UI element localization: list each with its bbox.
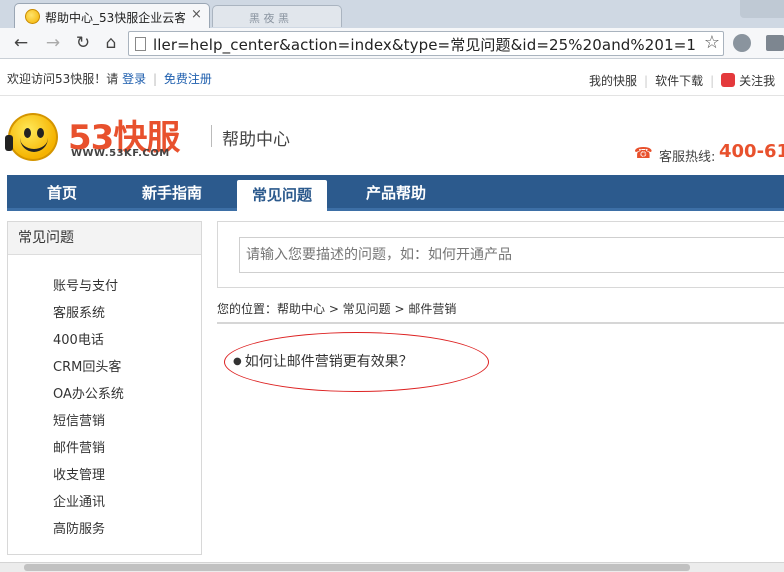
nav-item-home[interactable]: 首页 [25,175,99,211]
help-search-input[interactable] [239,237,784,273]
tab-title: 帮助中心_53快服企业云客 [45,11,185,25]
bullet-icon: ● [233,356,242,367]
logo-url: WWW.53KF.COM [71,148,170,159]
search-panel [217,221,784,288]
download-link[interactable]: 软件下载 [655,74,703,88]
browser-tab-active[interactable]: 帮助中心_53快服企业云客 × [14,3,210,29]
register-link[interactable]: 免费注册 [164,72,212,86]
browser-toolbar: ← → ↻ ⌂ ller=help_center&action=index&ty… [0,28,784,59]
sidebar-item-account-payment[interactable]: 账号与支付 [53,275,118,294]
my-account-link[interactable]: 我的快服 [589,74,637,88]
section-title: 帮助中心 [222,130,290,150]
topbar-separator: | [152,72,157,86]
extension-icon[interactable] [766,35,784,51]
main-content: 您的位置：帮助中心 > 常见问题 > 邮件营销 ●如何让邮件营销更有效果？ [217,221,784,561]
url-text: ller=help_center&action=index&type=常见问题&… [153,36,697,54]
breadcrumb-divider [217,322,784,324]
follow-link[interactable]: 关注我 [739,74,775,88]
welcome-text: 欢迎访问53快服！请 [7,72,119,86]
close-tab-icon[interactable]: × [191,7,202,22]
window-controls[interactable] [740,0,784,18]
sidebar-item-crm[interactable]: CRM回头客 [53,356,121,375]
sidebar-item-oa[interactable]: OA办公系统 [53,383,124,402]
phone-icon: ☎ [634,144,653,162]
hotline-label: 客服热线: [659,150,716,165]
nav-item-guide[interactable]: 新手指南 [125,175,219,211]
site-header: 53快服 WWW.53KF.COM 帮助中心 ☎ 客服热线: 400-611 [0,97,784,175]
article-link[interactable]: 如何让邮件营销更有效果？ [245,354,413,370]
scrollbar-thumb[interactable] [24,564,690,571]
sidebar-item-enterprise-comm[interactable]: 企业通讯 [53,491,105,510]
top-links: 我的快服 | 软件下载 | 关注我 [589,73,776,88]
smiley-favicon-icon [25,9,40,24]
bookmark-star-icon[interactable]: ☆ [704,32,720,53]
weibo-icon [721,73,736,87]
logo-divider [211,125,212,147]
breadcrumb: 您的位置：帮助中心 > 常见问题 > 邮件营销 [217,302,457,316]
sidebar-item-finance[interactable]: 收支管理 [53,464,105,483]
smiley-logo-icon[interactable] [5,113,58,161]
nav-item-faq[interactable]: 常见问题 [237,180,327,211]
tab-title-inactive: 黑 夜 黑 [249,12,289,25]
reload-icon[interactable]: ↻ [72,32,94,54]
site-topbar: 欢迎访问53快服！请 登录 | 免费注册 我的快服 | 软件下载 | 关注我 [0,60,784,96]
list-item[interactable]: ● 如何让邮件营销更有效果？ [233,351,413,371]
home-icon[interactable]: ⌂ [100,32,122,54]
sidebar-item-service-system[interactable]: 客服系统 [53,302,105,321]
back-arrow-icon[interactable]: ← [10,32,32,54]
browser-tab-inactive[interactable]: 黑 夜 黑 [212,5,342,27]
sidebar-item-ddos-protection[interactable]: 高防服务 [53,518,105,537]
login-link[interactable]: 登录 [122,72,146,86]
sidebar: 常见问题 账号与支付 客服系统 400电话 CRM回头客 OA办公系统 短信营销… [7,221,202,555]
sidebar-item-400-phone[interactable]: 400电话 [53,329,104,348]
sidebar-item-sms-marketing[interactable]: 短信营销 [53,410,105,429]
welcome-bar: 欢迎访问53快服！请 登录 | 免费注册 [7,70,212,87]
horizontal-scrollbar[interactable] [0,562,784,572]
nav-item-product-help[interactable]: 产品帮助 [349,175,443,211]
sidebar-item-email-marketing[interactable]: 邮件营销 [53,437,105,456]
main-nav: 首页 新手指南 常见问题 产品帮助 [7,175,784,211]
browser-tab-strip: 帮助中心_53快服企业云客 × 黑 夜 黑 [0,0,784,29]
extension-globe-icon[interactable] [733,34,751,52]
sidebar-title: 常见问题 [8,222,201,255]
address-bar[interactable]: ller=help_center&action=index&type=常见问题&… [128,31,724,56]
hotline-number: 400-611 [719,141,784,162]
page-icon [135,37,146,51]
forward-arrow-icon[interactable]: → [42,32,64,54]
